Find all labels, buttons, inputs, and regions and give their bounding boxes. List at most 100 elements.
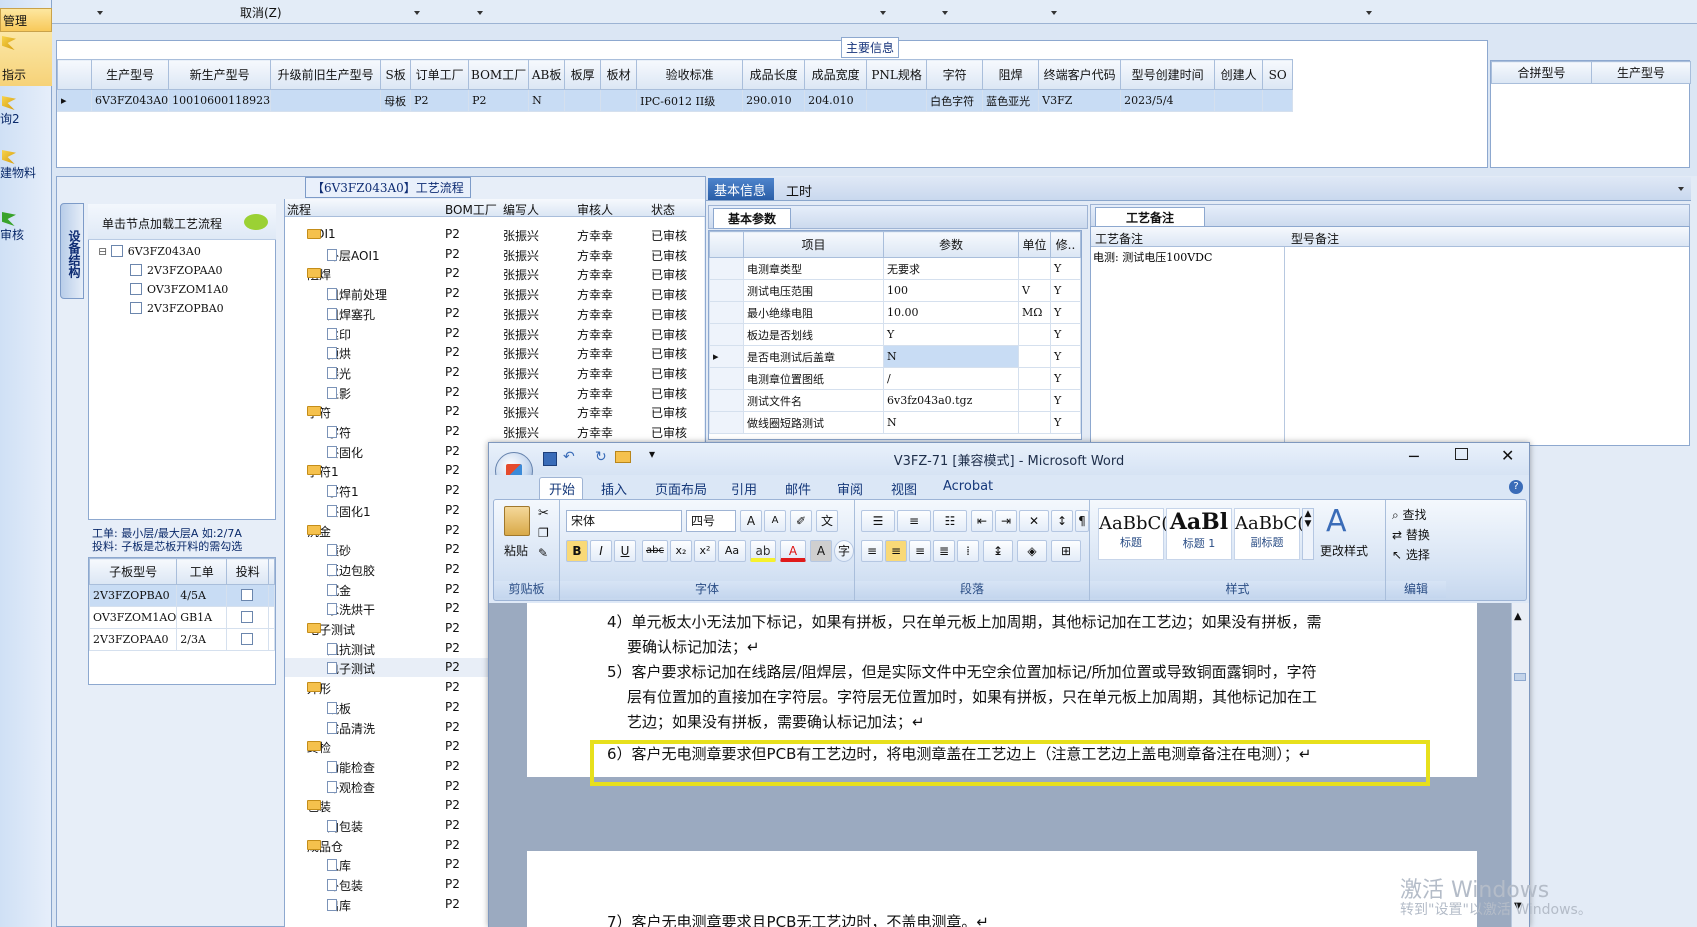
checkbox[interactable]	[130, 264, 142, 276]
font-name-select[interactable]: 宋体	[566, 510, 682, 532]
column-header[interactable]: AB板	[528, 59, 566, 90]
param-row[interactable]: 电测章位置图纸 / Y	[709, 367, 1081, 390]
paste-button[interactable]: 粘贴	[504, 542, 528, 559]
select-button[interactable]: ↖ 选择	[1392, 546, 1430, 563]
tab-view[interactable]: 视图	[891, 479, 917, 498]
param-row[interactable]: 测试文件名 6v3fz043a0.tgz Y	[709, 389, 1081, 412]
chinese-layout-icon[interactable]: ✕	[1019, 510, 1049, 532]
flow-row[interactable]: 显影 P2 张振兴 方幸幸 已审核	[285, 383, 705, 402]
chevron-down-icon[interactable]	[477, 11, 483, 15]
vertical-tab-structure[interactable]: 设备结构	[60, 203, 84, 299]
document-page[interactable]: 7）客户无电测章要求且PCB无工艺边时，不盖电测章。↵	[527, 851, 1477, 927]
align-left-icon[interactable]: ≡	[861, 540, 883, 562]
chevron-down-icon[interactable]	[942, 11, 948, 15]
flow-row[interactable]: 阻焊 P2 张振兴 方幸幸 已审核	[285, 264, 705, 283]
column-header[interactable]: 升级前旧生产型号	[270, 59, 382, 90]
param-row[interactable]: 做线圈短路测试 N Y	[709, 411, 1081, 434]
clear-format-icon[interactable]: ✐	[790, 510, 812, 532]
param-row[interactable]: ▸ 是否电测试后盖章 N Y	[709, 345, 1081, 368]
param-col[interactable]: 单位	[1018, 231, 1051, 258]
param-cell[interactable]: 100	[883, 279, 1019, 302]
table-row[interactable]: ▸ 6V3FZ043A0 10010600118923 母板 P2 P2 N IPC-6012…	[57, 89, 1294, 112]
column-header[interactable]: 成品宽度	[804, 59, 868, 90]
chevron-down-icon[interactable]	[880, 11, 886, 15]
underline-icon[interactable]: U	[614, 540, 636, 562]
col-writer[interactable]: 编写人	[503, 201, 539, 218]
param-cell[interactable]: 无要求	[883, 257, 1019, 280]
chevron-down-icon[interactable]	[97, 11, 103, 15]
col-status[interactable]: 状态	[651, 201, 675, 218]
phonetic-icon[interactable]: 文	[816, 510, 838, 532]
checkbox[interactable]	[240, 611, 253, 623]
maximize-button[interactable]	[1455, 448, 1468, 460]
param-col[interactable]: 参数	[883, 231, 1019, 258]
table-row[interactable]: 2V3FZOPAA0 2/3A	[88, 628, 275, 651]
column-header[interactable]: 阻焊	[982, 59, 1040, 90]
style-subtitle[interactable]: AaBbC(副标题	[1234, 508, 1304, 560]
column-header[interactable]: 验收标准	[636, 59, 744, 90]
help-icon[interactable]: ?	[1509, 480, 1523, 494]
char-shading-icon[interactable]: A	[810, 540, 832, 562]
change-styles-button[interactable]: 更改样式	[1320, 542, 1368, 559]
table-row[interactable]: OV3FZOM1AO GB1A	[88, 606, 275, 629]
bullets-icon[interactable]: ☰	[861, 510, 895, 532]
strikethrough-icon[interactable]: abc	[642, 540, 668, 562]
nav-item-instruct[interactable]: 指示	[0, 32, 52, 86]
param-row[interactable]: 板边是否划线 Y Y	[709, 323, 1081, 346]
column-header[interactable]: 终端客户代码	[1038, 59, 1122, 90]
change-case-icon[interactable]: Aa	[718, 540, 746, 562]
checkbox[interactable]	[130, 302, 142, 314]
sub-col[interactable]: 投料	[226, 558, 270, 585]
style-heading1[interactable]: AaBl 标题 1	[1166, 508, 1232, 560]
column-header[interactable]: 板厚	[564, 59, 602, 90]
cancel-menu-item[interactable]: 取消(Z)	[240, 4, 282, 21]
scroll-thumb[interactable]	[1514, 673, 1526, 681]
column-header[interactable]: BOM工厂	[468, 59, 530, 90]
sub-col[interactable]: 子板型号	[88, 558, 178, 585]
enclose-char-icon[interactable]: 字	[834, 540, 854, 562]
param-cell[interactable]: 10.00	[883, 301, 1019, 324]
cut-icon[interactable]: ✂	[538, 506, 549, 521]
nav-item-material[interactable]: 建物料	[0, 150, 52, 181]
param-row[interactable]: 测试电压范围 100 V Y	[709, 279, 1081, 302]
flow-row[interactable]: 预烘 P2 张振兴 方幸幸 已审核	[285, 343, 705, 362]
minimize-button[interactable]: ─	[1409, 447, 1419, 466]
tab-layout[interactable]: 页面布局	[655, 479, 707, 498]
decrease-indent-icon[interactable]: ⇤	[971, 510, 993, 532]
nav-item-review[interactable]: 审核	[0, 212, 52, 243]
checkbox[interactable]	[110, 245, 123, 257]
column-header[interactable]: S板	[380, 59, 412, 90]
column-header[interactable]: 生产型号	[90, 59, 170, 90]
tree-root[interactable]: ⊟ 6V3FZ043A0	[98, 245, 201, 258]
styles-scroll[interactable]: ▲ ▼	[1302, 508, 1314, 560]
tab-insert[interactable]: 插入	[601, 479, 627, 498]
flow-row[interactable]: AOI1 P2 张振兴 方幸幸 已审核	[285, 225, 705, 244]
flow-row[interactable]: 阻焊塞孔 P2 张振兴 方幸幸 已审核	[285, 304, 705, 323]
multilevel-icon[interactable]: ☷	[933, 510, 967, 532]
tab-references[interactable]: 引用	[731, 479, 757, 498]
param-cell[interactable]: N	[883, 411, 1019, 434]
find-button[interactable]: ⌕ 查找	[1392, 506, 1427, 523]
param-row[interactable]: 电测章类型 无要求 Y	[709, 257, 1081, 280]
param-row[interactable]: 最小绝缘电阻 10.00 MΩ Y	[709, 301, 1081, 324]
merge-col[interactable]: 合拼型号	[1491, 61, 1592, 84]
param-col[interactable]: 修..	[1050, 231, 1081, 258]
chevron-down-icon[interactable]	[1366, 11, 1372, 15]
font-color-icon[interactable]: A	[780, 540, 806, 562]
nav-item-manage[interactable]: 管理	[0, 8, 52, 32]
flow-row[interactable]: 曝光 P2 张振兴 方幸幸 已审核	[285, 363, 705, 382]
borders-icon[interactable]: ⊞	[1051, 540, 1081, 562]
column-header[interactable]: PNL规格	[866, 59, 928, 90]
param-cell[interactable]: Y	[883, 323, 1019, 346]
tree-node[interactable]: OV3FZOM1A0	[130, 283, 228, 296]
tab-mail[interactable]: 邮件	[785, 479, 811, 498]
process-note-input[interactable]: 电测: 测试电压100VDC	[1093, 249, 1277, 439]
checkbox[interactable]	[240, 633, 253, 645]
copy-icon[interactable]: ❐	[538, 526, 549, 540]
bold-icon[interactable]: B	[566, 540, 588, 562]
chevron-down-icon[interactable]	[1678, 187, 1684, 191]
close-button[interactable]: ✕	[1501, 446, 1514, 465]
param-cell[interactable]: /	[883, 367, 1019, 390]
superscript-icon[interactable]: x²	[694, 540, 716, 562]
highlight-icon[interactable]: ab	[750, 540, 776, 562]
